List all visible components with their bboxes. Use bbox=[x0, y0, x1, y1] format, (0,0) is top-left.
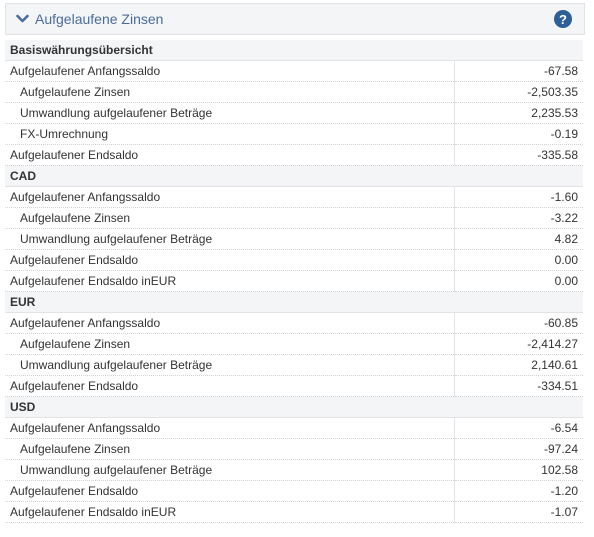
section-title: EUR bbox=[5, 291, 583, 313]
section-header: Basiswährungsübersicht bbox=[5, 40, 583, 61]
panel-header[interactable]: Aufgelaufene Zinsen ? bbox=[5, 3, 585, 35]
row-value: 2,140.61 bbox=[454, 354, 583, 376]
row-label: Aufgelaufener Endsaldo bbox=[5, 144, 455, 166]
row-value: 102.58 bbox=[454, 459, 583, 481]
chevron-down-icon[interactable] bbox=[15, 12, 29, 26]
row-label: Aufgelaufener Endsaldo inEUR bbox=[5, 270, 455, 292]
row-label: Aufgelaufener Endsaldo bbox=[5, 480, 455, 502]
section-header: CAD bbox=[5, 165, 583, 187]
section-title: USD bbox=[5, 396, 583, 418]
row-label: Aufgelaufener Endsaldo bbox=[5, 375, 455, 397]
row-label: FX-Umrechnung bbox=[5, 123, 455, 145]
row-value: 2,235.53 bbox=[454, 102, 583, 124]
row-value: -0.19 bbox=[454, 123, 583, 145]
table-row: Aufgelaufener Endsaldo inEUR -1.07 bbox=[5, 501, 583, 523]
row-value: -60.85 bbox=[454, 312, 583, 334]
row-value: -2,503.35 bbox=[454, 81, 583, 103]
row-label: Umwandlung aufgelaufener Beträge bbox=[5, 228, 455, 250]
table-row: Aufgelaufene Zinsen -2,503.35 bbox=[5, 81, 583, 103]
table-row: Aufgelaufener Endsaldo 0.00 bbox=[5, 249, 583, 271]
row-value: 4.82 bbox=[454, 228, 583, 250]
table-row: Aufgelaufener Endsaldo -1.20 bbox=[5, 480, 583, 502]
table-row: Aufgelaufener Anfangssaldo -60.85 bbox=[5, 312, 583, 334]
row-value: -97.24 bbox=[454, 438, 583, 460]
row-label: Aufgelaufener Anfangssaldo bbox=[5, 186, 455, 208]
section-title: Basiswährungsübersicht bbox=[5, 40, 583, 61]
table-row: Umwandlung aufgelaufener Beträge 2,235.5… bbox=[5, 102, 583, 124]
row-value: -1.60 bbox=[454, 186, 583, 208]
row-label: Aufgelaufener Anfangssaldo bbox=[5, 60, 455, 82]
table-row: Aufgelaufener Anfangssaldo -6.54 bbox=[5, 417, 583, 439]
row-label: Umwandlung aufgelaufener Beträge bbox=[5, 354, 455, 376]
help-icon[interactable]: ? bbox=[554, 10, 572, 28]
row-label: Aufgelaufene Zinsen bbox=[5, 207, 455, 229]
row-value: -3.22 bbox=[454, 207, 583, 229]
row-label: Aufgelaufener Anfangssaldo bbox=[5, 417, 455, 439]
row-label: Aufgelaufene Zinsen bbox=[5, 333, 455, 355]
row-label: Aufgelaufener Anfangssaldo bbox=[5, 312, 455, 334]
row-label: Aufgelaufene Zinsen bbox=[5, 438, 455, 460]
row-label: Umwandlung aufgelaufener Beträge bbox=[5, 102, 455, 124]
table-row: Aufgelaufener Endsaldo -335.58 bbox=[5, 144, 583, 166]
table-row: FX-Umrechnung -0.19 bbox=[5, 123, 583, 145]
table-row: Aufgelaufene Zinsen -97.24 bbox=[5, 438, 583, 460]
row-label: Aufgelaufener Endsaldo bbox=[5, 249, 455, 271]
table-row: Aufgelaufener Endsaldo inEUR 0.00 bbox=[5, 270, 583, 292]
section-header: EUR bbox=[5, 291, 583, 313]
table-row: Aufgelaufener Endsaldo -334.51 bbox=[5, 375, 583, 397]
row-value: 0.00 bbox=[454, 270, 583, 292]
table-row: Umwandlung aufgelaufener Beträge 4.82 bbox=[5, 228, 583, 250]
accrued-interest-table: Basiswährungsübersicht Aufgelaufener Anf… bbox=[5, 40, 583, 523]
table-row: Umwandlung aufgelaufener Beträge 102.58 bbox=[5, 459, 583, 481]
row-value: -67.58 bbox=[454, 60, 583, 82]
table-row: Aufgelaufener Anfangssaldo -1.60 bbox=[5, 186, 583, 208]
row-label: Aufgelaufener Endsaldo inEUR bbox=[5, 501, 455, 523]
section-header: USD bbox=[5, 396, 583, 418]
row-value: -2,414.27 bbox=[454, 333, 583, 355]
row-value: -1.20 bbox=[454, 480, 583, 502]
row-value: -335.58 bbox=[454, 144, 583, 166]
row-label: Aufgelaufene Zinsen bbox=[5, 81, 455, 103]
table-row: Umwandlung aufgelaufener Beträge 2,140.6… bbox=[5, 354, 583, 376]
row-value: -1.07 bbox=[454, 501, 583, 523]
panel-title: Aufgelaufene Zinsen bbox=[35, 11, 164, 27]
row-value: -334.51 bbox=[454, 375, 583, 397]
table-row: Aufgelaufene Zinsen -3.22 bbox=[5, 207, 583, 229]
row-value: 0.00 bbox=[454, 249, 583, 271]
table-row: Aufgelaufene Zinsen -2,414.27 bbox=[5, 333, 583, 355]
row-value: -6.54 bbox=[454, 417, 583, 439]
accrued-interest-panel: Aufgelaufene Zinsen ? Basiswährungsübers… bbox=[5, 3, 585, 523]
table-row: Aufgelaufener Anfangssaldo -67.58 bbox=[5, 60, 583, 82]
row-label: Umwandlung aufgelaufener Beträge bbox=[5, 459, 455, 481]
section-title: CAD bbox=[5, 165, 583, 187]
